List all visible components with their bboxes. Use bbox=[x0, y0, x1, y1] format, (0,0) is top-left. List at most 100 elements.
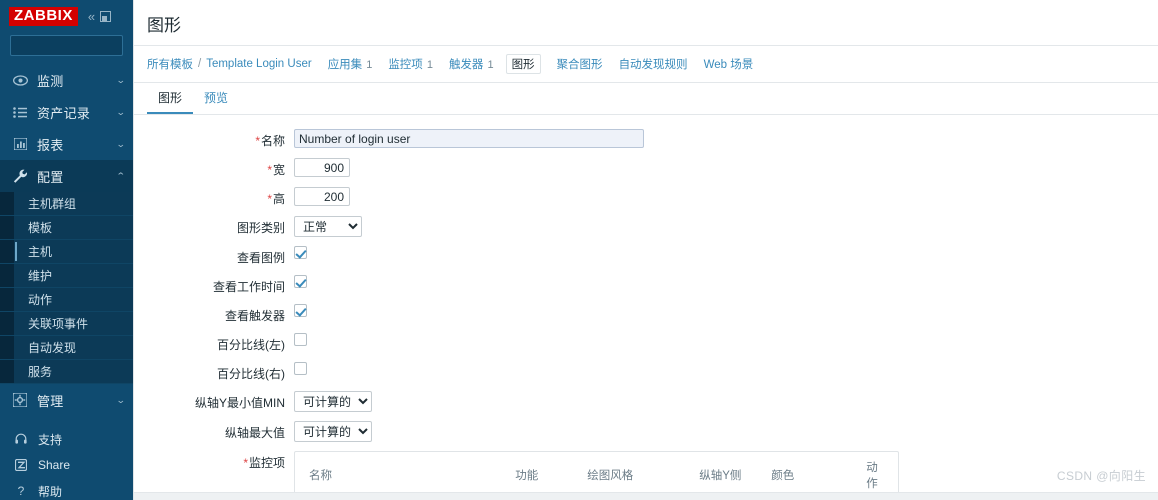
breadcrumb-tab-items[interactable]: 监控项 1 bbox=[388, 56, 433, 72]
form-row-name: *名称 bbox=[134, 129, 1158, 149]
label-graph-type: 图形类别 bbox=[236, 221, 285, 235]
label-width: *宽 bbox=[134, 158, 294, 178]
sidebar-submenu: 主机群组 模板 主机 维护 动作 关联项事件 自动发现 服务 bbox=[0, 192, 133, 384]
percentile-left-checkbox[interactable] bbox=[294, 333, 307, 346]
label-ymax: 纵轴最大值 bbox=[224, 426, 285, 440]
watermark: CSDN @向阳生 bbox=[1056, 469, 1146, 483]
sidebar-subitem-label: 服务 bbox=[28, 365, 53, 379]
name-input[interactable] bbox=[294, 129, 644, 148]
breadcrumb-tab-count: 1 bbox=[426, 59, 433, 71]
breadcrumb-separator: / bbox=[198, 58, 202, 70]
label-show-legend: 查看图例 bbox=[236, 251, 285, 265]
breadcrumb-template-name[interactable]: Template Login User bbox=[206, 58, 311, 70]
hide-sidebar-icon[interactable] bbox=[100, 11, 112, 22]
sidebar-item-discovery[interactable]: 自动发现 bbox=[0, 336, 133, 360]
width-input[interactable] bbox=[294, 158, 350, 177]
search-input[interactable] bbox=[15, 38, 133, 53]
chevron-down-icon: ⌄ bbox=[116, 138, 127, 149]
items-table-head: 名称 功能 绘图风格 纵轴Y侧 颜色 动作 bbox=[303, 457, 890, 496]
sidebar-item-event-correlation[interactable]: 关联项事件 bbox=[0, 312, 133, 336]
sidebar-search[interactable] bbox=[10, 35, 133, 56]
sidebar-item-reports[interactable]: 报表 ⌄ bbox=[0, 128, 133, 160]
label-text: 高 bbox=[272, 192, 285, 206]
sidebar-item-services[interactable]: 服务 bbox=[0, 360, 133, 384]
sidebar-footer: 支持 Share ? 帮助 bbox=[0, 426, 133, 500]
sidebar-item-help[interactable]: ? 帮助 bbox=[0, 478, 133, 500]
control-show-working-time bbox=[294, 275, 307, 288]
sidebar-item-support[interactable]: 支持 bbox=[0, 426, 133, 452]
label-ymin: 纵轴Y最小值MIN bbox=[194, 396, 285, 410]
sidebar-subitem-label: 维护 bbox=[28, 269, 53, 283]
sidebar-item-configuration[interactable]: 配置 ⌃ bbox=[0, 160, 133, 192]
label-name: *名称 bbox=[134, 129, 294, 149]
sidebar-item-inventory[interactable]: 资产记录 ⌄ bbox=[0, 96, 133, 128]
show-triggers-checkbox[interactable] bbox=[294, 304, 307, 317]
form-row-width: *宽 bbox=[134, 158, 1158, 178]
chevron-down-icon: ⌄ bbox=[116, 106, 127, 117]
form-row-ymax: 纵轴最大值 可计算的 bbox=[134, 421, 1158, 442]
breadcrumb-tab-graphs[interactable]: 图形 bbox=[505, 54, 541, 74]
column-header-function: 功能 bbox=[515, 470, 539, 482]
column-header-color: 颜色 bbox=[771, 470, 795, 482]
control-ymax: 可计算的 bbox=[294, 421, 372, 442]
label-percentile-right: 百分比线(右) bbox=[217, 367, 285, 381]
sidebar-item-hosts[interactable]: 主机 bbox=[0, 240, 133, 264]
collapse-sidebar-icon[interactable]: « bbox=[88, 10, 95, 23]
page-header: 图形 bbox=[134, 0, 1158, 46]
sidebar-item-share[interactable]: Share bbox=[0, 452, 133, 478]
required-marker: * bbox=[267, 192, 272, 206]
control-name bbox=[294, 129, 644, 148]
sidebar-item-maintenance[interactable]: 维护 bbox=[0, 264, 133, 288]
percentile-right-checkbox[interactable] bbox=[294, 362, 307, 375]
ymin-select[interactable]: 可计算的 bbox=[294, 391, 372, 412]
label-show-triggers: 查看触发器 bbox=[224, 309, 285, 323]
tab-graph[interactable]: 图形 bbox=[147, 83, 194, 114]
sidebar-item-monitoring[interactable]: 监测 ⌄ bbox=[0, 64, 133, 96]
sidebar: ZABBIX « 监测 ⌄ 资产记录 ⌄ 报表 ⌄ 配置 ⌃ 主机群组 模板 主… bbox=[0, 0, 133, 500]
breadcrumb-all-templates[interactable]: 所有模板 bbox=[147, 56, 193, 72]
breadcrumb-tab-web-scenarios[interactable]: Web 场景 bbox=[704, 56, 754, 72]
sidebar-subitem-label: 模板 bbox=[28, 221, 53, 235]
breadcrumb-tab-screens[interactable]: 聚合图形 bbox=[557, 56, 603, 72]
footer-bar bbox=[134, 492, 1158, 500]
sidebar-subitem-label: 关联项事件 bbox=[28, 317, 89, 331]
sidebar-item-label: 管理 bbox=[37, 393, 64, 409]
breadcrumb-tab-label: 聚合图形 bbox=[556, 59, 603, 71]
sidebar-item-host-groups[interactable]: 主机群组 bbox=[0, 192, 133, 216]
sidebar-item-actions[interactable]: 动作 bbox=[0, 288, 133, 312]
breadcrumb-tab-label: 图形 bbox=[511, 59, 535, 71]
sidebar-item-templates[interactable]: 模板 bbox=[0, 216, 133, 240]
control-graph-type: 正常 bbox=[294, 216, 362, 237]
chevron-up-icon: ⌃ bbox=[116, 170, 127, 181]
column-header-name: 名称 bbox=[309, 470, 332, 482]
label-show-working-time: 查看工作时间 bbox=[212, 280, 285, 294]
headset-icon bbox=[12, 433, 30, 445]
form-row-percentile-right: 百分比线(右) bbox=[134, 362, 1158, 382]
breadcrumb: 所有模板 / Template Login User 应用集 1 监控项 1 触… bbox=[134, 46, 1158, 83]
breadcrumb-tab-label: 触发器 bbox=[448, 59, 484, 71]
breadcrumb-tab-triggers[interactable]: 触发器 1 bbox=[449, 56, 494, 72]
column-header-action: 动作 bbox=[866, 462, 878, 490]
tab-preview[interactable]: 预览 bbox=[193, 83, 239, 114]
show-working-time-checkbox[interactable] bbox=[294, 275, 307, 288]
breadcrumb-tab-applications[interactable]: 应用集 1 bbox=[328, 56, 373, 72]
control-ymin: 可计算的 bbox=[294, 391, 372, 412]
bar-chart-icon bbox=[11, 138, 29, 150]
sidebar-footer-label: 帮助 bbox=[38, 484, 63, 499]
control-show-legend bbox=[294, 246, 307, 259]
breadcrumb-tab-count: 1 bbox=[487, 59, 494, 71]
label-height: *高 bbox=[134, 187, 294, 207]
show-legend-checkbox[interactable] bbox=[294, 246, 307, 259]
breadcrumb-tab-discovery-rules[interactable]: 自动发现规则 bbox=[619, 56, 688, 72]
sidebar-header: ZABBIX « bbox=[0, 0, 133, 33]
control-percentile-left bbox=[294, 333, 307, 346]
zabbix-share-icon bbox=[12, 459, 30, 471]
breadcrumb-tab-label: 应用集 bbox=[327, 59, 363, 71]
sidebar-item-administration[interactable]: 管理 ⌄ bbox=[0, 384, 133, 416]
breadcrumb-tab-label: 自动发现规则 bbox=[618, 59, 688, 71]
height-input[interactable] bbox=[294, 187, 350, 206]
form-row-ymin: 纵轴Y最小值MIN 可计算的 bbox=[134, 391, 1158, 412]
required-marker: * bbox=[255, 134, 260, 148]
graph-type-select[interactable]: 正常 bbox=[294, 216, 362, 237]
ymax-select[interactable]: 可计算的 bbox=[294, 421, 372, 442]
